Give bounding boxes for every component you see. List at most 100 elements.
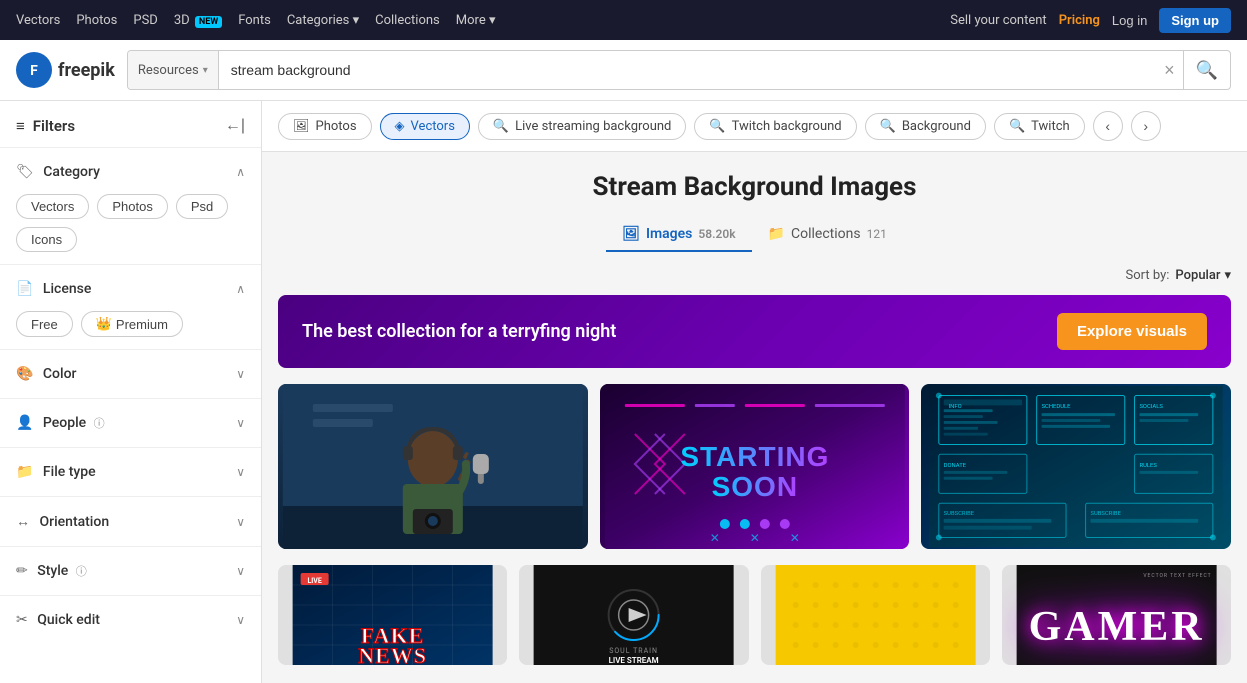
nav-more[interactable]: More ▾: [456, 13, 496, 28]
sell-content-link[interactable]: Sell your content: [950, 13, 1046, 28]
svg-text:LIVE: LIVE: [307, 577, 321, 585]
image-card-4[interactable]: LIVE FAKE NEWS: [278, 565, 507, 665]
orientation-header[interactable]: ↔ Orientation ∨: [16, 509, 245, 534]
chip-background[interactable]: 🔍 Background: [865, 113, 986, 140]
main-content: Stream Background Images 🖼 Images 58.20k…: [262, 152, 1247, 683]
tag-free[interactable]: Free: [16, 311, 73, 337]
nav-psd[interactable]: PSD: [133, 13, 157, 28]
chips-bar: 🖼 Photos ◈ Vectors 🔍 Live streaming back…: [262, 101, 1247, 152]
photos-chip-icon: 🖼: [293, 119, 310, 134]
chip-twitch-background[interactable]: 🔍 Twitch background: [694, 113, 856, 140]
filetype-header[interactable]: 📁 File type ∨: [16, 460, 245, 484]
category-chevron-icon: ∧: [236, 165, 245, 179]
chip-vectors[interactable]: ◈ Vectors: [380, 113, 470, 140]
search-icon: 🔍: [1196, 60, 1218, 80]
style-header[interactable]: ✏ Style ⓘ ∨: [16, 559, 245, 583]
search-container: Resources ▾ × 🔍: [127, 50, 1231, 90]
orientation-icon: ↔: [16, 514, 30, 530]
image-scene-5: SOUL TRAIN LIVE STREAM: [519, 565, 748, 665]
signup-button[interactable]: Sign up: [1159, 8, 1231, 33]
license-header[interactable]: 📄 License ∧: [16, 277, 245, 301]
filter-icon: ≡: [16, 117, 25, 135]
image-card-5[interactable]: SOUL TRAIN LIVE STREAM: [519, 565, 748, 665]
explore-visuals-button[interactable]: Explore visuals: [1057, 313, 1207, 350]
sidebar-collapse-button[interactable]: ←|: [225, 117, 245, 135]
nav-vectors[interactable]: Vectors: [16, 13, 60, 28]
promo-text: The best collection for a terryfing nigh…: [302, 321, 616, 342]
images-tab-icon: 🖼: [622, 226, 640, 242]
image-card-3[interactable]: INFO SCHEDULE SOCIAL: [921, 384, 1231, 549]
top-nav-left: Vectors Photos PSD 3D NEW Fonts Categori…: [16, 13, 495, 28]
quickedit-chevron-icon: ∨: [236, 613, 245, 627]
new-badge: NEW: [195, 16, 222, 28]
image-scene-1: [278, 384, 588, 549]
image-card-1[interactable]: [278, 384, 588, 549]
svg-text:SOCIALS: SOCIALS: [1140, 404, 1164, 410]
svg-text:✕: ✕: [709, 531, 719, 545]
login-button[interactable]: Log in: [1112, 13, 1147, 28]
tab-collections[interactable]: 📁 Collections 121: [752, 218, 903, 252]
gamer-illustration: VECTOR TEXT EFFECT GAMER: [1002, 565, 1231, 665]
images-count: 58.20k: [698, 227, 735, 241]
search-input[interactable]: [219, 62, 1156, 78]
image-card-2[interactable]: STARTING SOON ✕ ✕ ✕: [600, 384, 910, 549]
tab-images[interactable]: 🖼 Images 58.20k: [606, 218, 751, 252]
top-nav-right: Sell your content Pricing Log in Sign up: [950, 8, 1231, 33]
nav-fonts[interactable]: Fonts: [238, 13, 271, 28]
filter-section-color: 🎨 Color ∨: [0, 349, 261, 398]
people-icon: 👤: [16, 415, 33, 431]
tag-icons[interactable]: Icons: [16, 227, 77, 252]
image-card-7[interactable]: VECTOR TEXT EFFECT GAMER: [1002, 565, 1231, 665]
chip-live-streaming[interactable]: 🔍 Live streaming background: [478, 113, 686, 140]
tag-psd[interactable]: Psd: [176, 194, 228, 219]
sort-dropdown[interactable]: Popular ▾: [1175, 268, 1231, 283]
tag-vectors[interactable]: Vectors: [16, 194, 89, 219]
license-tags: Free 👑Premium: [16, 311, 245, 337]
color-chevron-icon: ∨: [236, 367, 245, 381]
collections-tab-icon: 📁: [768, 226, 785, 242]
tag-premium[interactable]: 👑Premium: [81, 311, 183, 337]
svg-text:SUBSCRIBE: SUBSCRIBE: [944, 511, 975, 517]
search-button[interactable]: 🔍: [1183, 51, 1230, 89]
promo-banner: The best collection for a terryfing nigh…: [278, 295, 1231, 368]
chips-next-button[interactable]: ›: [1131, 111, 1161, 141]
pricing-link[interactable]: Pricing: [1059, 13, 1100, 28]
nav-3d[interactable]: 3D NEW: [174, 13, 222, 28]
chip-twitch[interactable]: 🔍 Twitch: [994, 113, 1085, 140]
search-resource-select[interactable]: Resources ▾: [128, 51, 219, 89]
top-nav: Vectors Photos PSD 3D NEW Fonts Categori…: [0, 0, 1247, 40]
yellow-dots-illustration: [761, 565, 990, 665]
category-icon: 🏷: [16, 164, 34, 180]
header: F freepik Resources ▾ × 🔍: [0, 40, 1247, 101]
scifi-overlay-illustration: INFO SCHEDULE SOCIAL: [929, 384, 1223, 549]
logo-text: freepik: [58, 60, 115, 81]
svg-text:RULES: RULES: [1140, 463, 1158, 469]
nav-collections[interactable]: Collections: [375, 13, 440, 28]
tag-photos[interactable]: Photos: [97, 194, 167, 219]
filetype-chevron-icon: ∨: [236, 465, 245, 479]
svg-text:F: F: [30, 63, 38, 79]
image-scene-7: VECTOR TEXT EFFECT GAMER: [1002, 565, 1231, 665]
streaming-person-illustration: [278, 384, 588, 549]
svg-text:LIVE STREAM: LIVE STREAM: [609, 656, 659, 665]
tabs: 🖼 Images 58.20k 📁 Collections 121: [278, 218, 1231, 252]
svg-text:STARTING: STARTING: [680, 441, 829, 472]
chips-prev-button[interactable]: ‹: [1093, 111, 1123, 141]
logo[interactable]: F freepik: [16, 52, 115, 88]
nav-categories[interactable]: Categories ▾: [287, 13, 359, 28]
category-header[interactable]: 🏷 Category ∧: [16, 160, 245, 184]
fake-news-illustration: LIVE FAKE NEWS: [278, 565, 507, 665]
people-header[interactable]: 👤 People ⓘ ∨: [16, 411, 245, 435]
nav-photos[interactable]: Photos: [76, 13, 117, 28]
filter-section-style: ✏ Style ⓘ ∨: [0, 546, 261, 595]
image-card-6[interactable]: [761, 565, 990, 665]
style-info-icon: ⓘ: [76, 565, 87, 578]
image-grid-row1: STARTING SOON ✕ ✕ ✕: [278, 384, 1231, 549]
quickedit-header[interactable]: ✂ Quick edit ∨: [16, 608, 245, 632]
image-scene-3: INFO SCHEDULE SOCIAL: [921, 384, 1231, 549]
filter-section-orientation: ↔ Orientation ∨: [0, 496, 261, 546]
color-header[interactable]: 🎨 Color ∨: [16, 362, 245, 386]
chip-photos[interactable]: 🖼 Photos: [278, 113, 372, 140]
search-clear-button[interactable]: ×: [1156, 60, 1183, 81]
image-scene-2: STARTING SOON ✕ ✕ ✕: [600, 384, 910, 549]
